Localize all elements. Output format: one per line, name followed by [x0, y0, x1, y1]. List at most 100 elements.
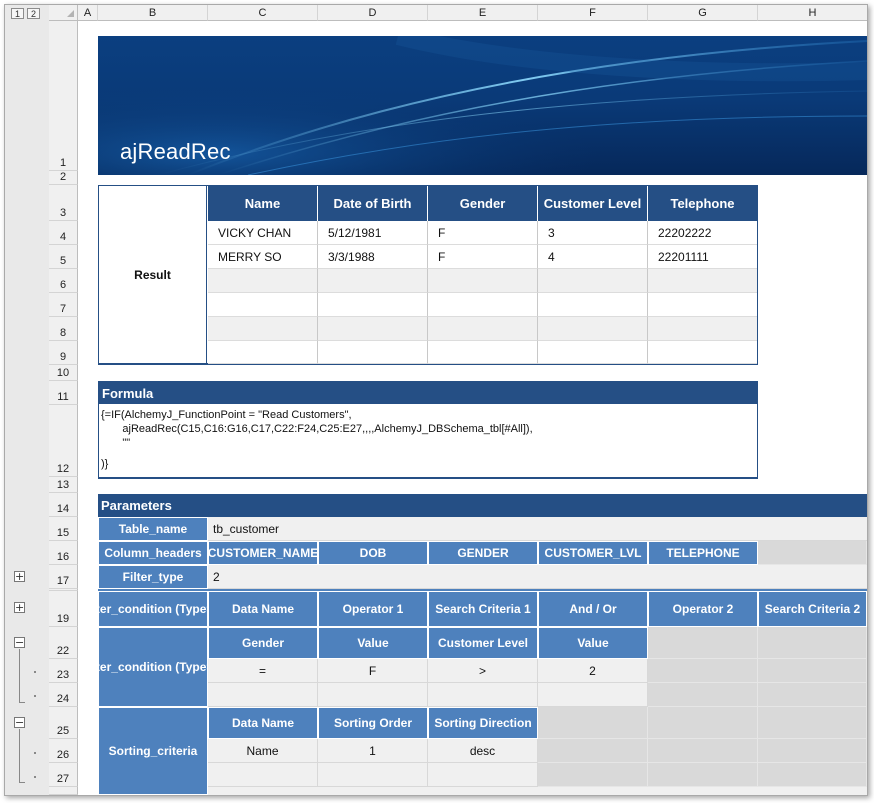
result-cell[interactable] [648, 269, 757, 293]
column-header-g[interactable]: G [648, 5, 758, 21]
row-header-11[interactable]: 11 [49, 381, 78, 405]
empty-cell[interactable] [648, 659, 758, 683]
collapse-group-button-25[interactable]: − [14, 717, 25, 728]
result-cell[interactable] [208, 317, 318, 341]
result-cell[interactable] [318, 341, 428, 364]
result-cell[interactable] [648, 341, 757, 364]
row-header-28[interactable] [49, 787, 78, 795]
row-header-2[interactable]: 2 [49, 171, 78, 185]
column-header-c[interactable]: C [208, 5, 318, 21]
row-header-26[interactable]: 26 [49, 739, 78, 763]
result-cell[interactable] [208, 341, 318, 364]
table-name-value[interactable]: tb_customer [208, 517, 867, 541]
column-header-value[interactable]: CUSTOMER_NAME [208, 541, 318, 565]
row-header-27[interactable]: 27 [49, 763, 78, 787]
empty-cell[interactable] [648, 763, 758, 787]
result-cell[interactable] [208, 293, 318, 317]
filter2-cell[interactable] [318, 683, 428, 707]
result-cell[interactable] [318, 293, 428, 317]
sorting-cell[interactable]: Name [208, 739, 318, 763]
row-header-6[interactable]: 6 [49, 269, 78, 293]
outline-level-1-button[interactable]: 1 [11, 8, 24, 19]
empty-cell[interactable] [538, 707, 648, 739]
filter2-cell[interactable]: = [208, 659, 318, 683]
empty-cell[interactable] [758, 707, 867, 739]
result-cell[interactable] [428, 269, 538, 293]
column-header-value[interactable]: CUSTOMER_LVL [538, 541, 648, 565]
column-header-value[interactable]: GENDER [428, 541, 538, 565]
row-header-13[interactable]: 13 [49, 477, 78, 493]
empty-cell[interactable] [758, 659, 867, 683]
column-header-f[interactable]: F [538, 5, 648, 21]
empty-cell[interactable] [648, 707, 758, 739]
sorting-cell[interactable] [428, 763, 538, 787]
sorting-cell[interactable]: desc [428, 739, 538, 763]
result-cell[interactable] [208, 269, 318, 293]
result-cell[interactable] [318, 317, 428, 341]
sorting-cell[interactable]: 1 [318, 739, 428, 763]
outline-level-2-button[interactable]: 2 [27, 8, 40, 19]
column-header-d[interactable]: D [318, 5, 428, 21]
result-cell[interactable]: MERRY SO [208, 245, 318, 269]
filter2-cell[interactable]: > [428, 659, 538, 683]
formula-line-3[interactable]: "" [101, 437, 751, 451]
row-header-3[interactable]: 3 [49, 185, 78, 221]
row-header-24[interactable]: 24 [49, 683, 78, 707]
filter2-cell[interactable] [538, 683, 648, 707]
column-header-h[interactable]: H [758, 5, 867, 21]
row-header-8[interactable]: 8 [49, 317, 78, 341]
result-cell[interactable]: 22202222 [648, 221, 757, 245]
empty-cell[interactable] [758, 739, 867, 763]
result-cell[interactable] [428, 293, 538, 317]
filter-type-value[interactable]: 2 [208, 565, 867, 589]
row-header-12[interactable]: 12 [49, 405, 78, 477]
result-cell[interactable]: 3 [538, 221, 648, 245]
empty-cell[interactable] [758, 541, 867, 565]
result-cell[interactable]: 22201111 [648, 245, 757, 269]
row-header-14[interactable]: 14 [49, 493, 78, 517]
result-cell[interactable]: F [428, 221, 538, 245]
row-header-25[interactable]: 25 [49, 707, 78, 739]
formula-line-4[interactable]: )} [101, 458, 751, 472]
row-header-1[interactable]: 1 [49, 21, 78, 171]
result-cell[interactable]: F [428, 245, 538, 269]
column-header-e[interactable]: E [428, 5, 538, 21]
filter2-cell[interactable] [428, 683, 538, 707]
result-cell[interactable] [428, 317, 538, 341]
result-cell[interactable]: 4 [538, 245, 648, 269]
column-header-value[interactable]: TELEPHONE [648, 541, 758, 565]
result-cell[interactable] [428, 341, 538, 364]
column-header-b[interactable]: B [98, 5, 208, 21]
expand-group-button-19[interactable]: + [14, 602, 25, 613]
sorting-cell[interactable] [318, 763, 428, 787]
row-header-19[interactable]: 19 [49, 591, 78, 627]
row-header-17[interactable]: 17 [49, 565, 78, 589]
result-cell[interactable] [648, 293, 757, 317]
column-header-a[interactable]: A [78, 5, 98, 21]
expand-group-button-17[interactable]: + [14, 571, 25, 582]
filter2-cell[interactable]: 2 [538, 659, 648, 683]
empty-cell[interactable] [648, 739, 758, 763]
row-header-9[interactable]: 9 [49, 341, 78, 365]
empty-cell[interactable] [538, 739, 648, 763]
row-header-23[interactable]: 23 [49, 659, 78, 683]
collapse-group-button-22[interactable]: − [14, 637, 25, 648]
row-header-15[interactable]: 15 [49, 517, 78, 541]
empty-cell[interactable] [648, 627, 758, 659]
empty-cell[interactable] [538, 763, 648, 787]
empty-cell[interactable] [758, 763, 867, 787]
result-cell[interactable] [648, 317, 757, 341]
result-cell[interactable] [318, 269, 428, 293]
filter2-cell[interactable] [208, 683, 318, 707]
filter2-cell[interactable]: F [318, 659, 428, 683]
result-cell[interactable]: 5/12/1981 [318, 221, 428, 245]
row-header-22[interactable]: 22 [49, 627, 78, 659]
row-header-16[interactable]: 16 [49, 541, 78, 565]
empty-cell[interactable] [648, 683, 758, 707]
sorting-cell[interactable] [208, 763, 318, 787]
column-header-value[interactable]: DOB [318, 541, 428, 565]
empty-cell[interactable] [758, 627, 867, 659]
result-cell[interactable]: VICKY CHAN [208, 221, 318, 245]
result-cell[interactable] [538, 293, 648, 317]
result-cell[interactable] [538, 269, 648, 293]
